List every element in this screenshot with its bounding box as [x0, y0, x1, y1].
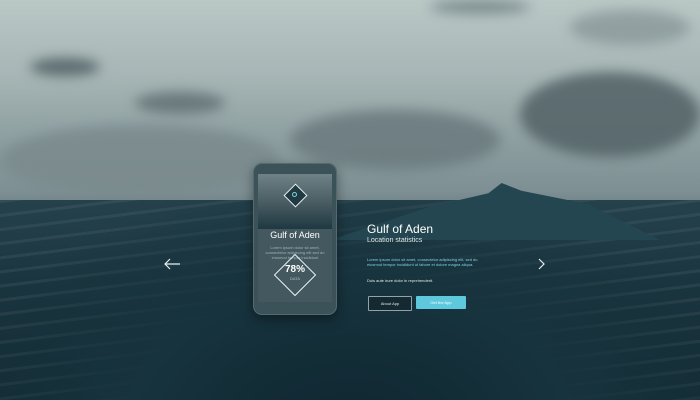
chevron-left-icon[interactable]: [163, 257, 181, 275]
get-app-button[interactable]: Get the App: [416, 296, 466, 309]
cloud: [135, 92, 225, 114]
chevron-right-icon[interactable]: [536, 257, 546, 275]
cloud: [430, 0, 530, 14]
phone-screen: Gulf of Aden Lorem ipsum dolor sit amet,…: [258, 174, 332, 302]
info-subtitle: Location statistics: [367, 237, 423, 244]
cloud: [520, 72, 700, 157]
info-small-text: Duis aute irure dolor in reprehenderit.: [367, 278, 434, 283]
logo-dot-icon: [292, 192, 297, 197]
cloud: [290, 110, 500, 170]
stat-percent-label: DATA: [289, 276, 301, 281]
stat-percent: 78%: [284, 264, 305, 275]
info-panel: Gulf of Aden Location statistics Lorem i…: [367, 222, 487, 283]
cloud: [0, 125, 280, 195]
cloud: [570, 10, 690, 45]
info-title: Gulf of Aden: [367, 222, 434, 236]
stat-diamond-icon: [273, 253, 317, 297]
info-description: Lorem ipsum dolor sit amet, consectetur …: [367, 257, 478, 267]
phone-mockup: Gulf of Aden Lorem ipsum dolor sit amet,…: [253, 163, 337, 315]
cloud: [30, 58, 100, 76]
phone-title: Gulf of Aden: [270, 230, 320, 240]
hero-scene: Gulf of Aden Lorem ipsum dolor sit amet,…: [0, 0, 700, 400]
about-app-button[interactable]: About App: [368, 296, 412, 311]
